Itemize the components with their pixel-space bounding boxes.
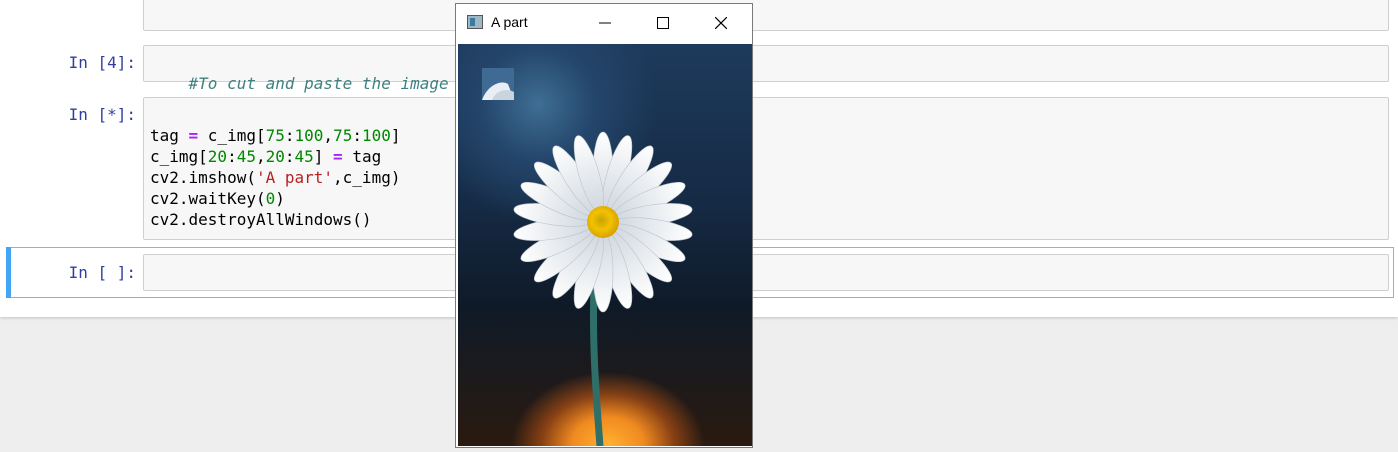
code-line-4: cv2.waitKey(0): [150, 189, 285, 208]
partial-cell-input[interactable]: [143, 0, 1389, 31]
code-line-5: cv2.destroyAllWindows(): [150, 210, 372, 229]
window-title: A part: [491, 14, 528, 30]
code-line-2: c_img[20:45,20:45] = tag: [150, 147, 382, 166]
cell-prompt: In [ ]:: [68, 263, 136, 282]
minimize-button[interactable]: [576, 4, 634, 42]
comment-text: #To cut and paste the image: [188, 74, 449, 93]
cell-prompt: In [*]:: [68, 105, 136, 124]
flower-center: [587, 206, 619, 238]
code-line-1: tag = c_img[75:100,75:100]: [150, 126, 401, 145]
close-icon: [715, 17, 727, 29]
code-block: tag = c_img[75:100,75:100] c_img[20:45,2…: [150, 104, 401, 251]
flower-drawing: [482, 68, 693, 446]
app-icon: [467, 15, 483, 29]
daisy-flower-image: [458, 44, 752, 446]
window-titlebar[interactable]: A part: [456, 4, 752, 42]
maximize-button[interactable]: [634, 4, 692, 42]
pasted-patch: [482, 68, 514, 100]
maximize-icon: [657, 17, 669, 29]
code-line-3: cv2.imshow('A part',c_img): [150, 168, 401, 187]
opencv-window[interactable]: A part: [455, 3, 753, 448]
minimize-icon: [599, 22, 611, 24]
cell-prompt: In [4]:: [68, 53, 136, 72]
close-button[interactable]: [692, 4, 750, 42]
empty-code-cell-input[interactable]: [143, 254, 1389, 291]
